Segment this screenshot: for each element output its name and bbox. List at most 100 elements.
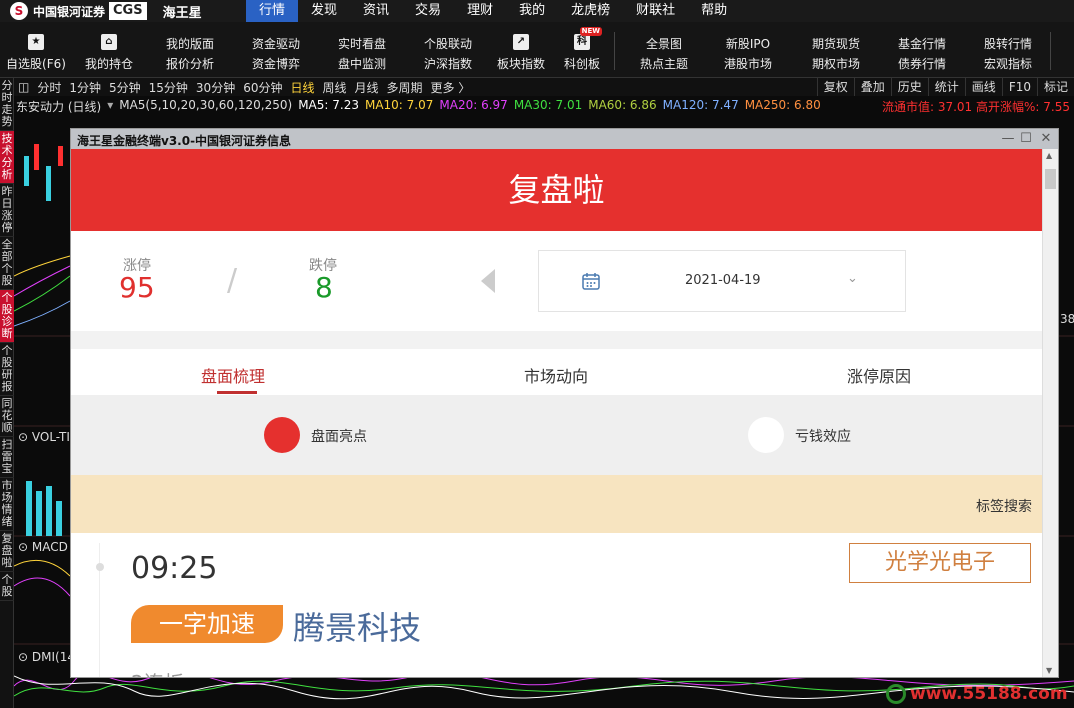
prev-day-arrow-icon[interactable]: [481, 269, 497, 293]
entry-time: 09:25: [131, 551, 218, 586]
tag-search-button[interactable]: 标签搜索: [976, 496, 1032, 516]
popup-titlebar[interactable]: 海王星金融终端v3.0-中国银河证券信息 — ☐ ✕: [71, 129, 1058, 149]
period-3[interactable]: 15分钟: [145, 79, 192, 96]
scroll-up-icon[interactable]: ▲: [1046, 151, 1052, 160]
toolbar-link[interactable]: 个股联动: [408, 34, 488, 54]
chart-tool-5[interactable]: F10: [1001, 78, 1037, 96]
chart-tool-3[interactable]: 统计: [927, 78, 965, 96]
toolbar-link[interactable]: 热点主题: [624, 54, 704, 74]
scroll-thumb[interactable]: [1045, 169, 1056, 189]
macd-indicator-label[interactable]: ⊙ MACD: [18, 540, 68, 554]
toolbar-link[interactable]: 盘中监测: [322, 54, 402, 74]
toolbar-link[interactable]: 实时看盘: [322, 34, 402, 54]
limit-type-badge: 一字加速: [131, 605, 283, 643]
concept-tag[interactable]: 光学光电子: [849, 543, 1031, 583]
toolbar-link[interactable]: 港股市场: [708, 54, 788, 74]
period-10[interactable]: 更多 〉: [427, 79, 475, 96]
subtab-highlights[interactable]: 盘面亮点: [311, 426, 367, 446]
divider-slash: /: [227, 263, 238, 298]
brand-logo: S 中国银河证券 CGS 海王星: [0, 0, 202, 22]
chart-tool-6[interactable]: 标记: [1036, 78, 1074, 96]
tag-bar: 标签搜索: [71, 475, 1042, 533]
left-tab-2[interactable]: 昨日涨停: [0, 184, 14, 237]
minimize-icon[interactable]: —: [1000, 131, 1016, 147]
toolbar-link[interactable]: 新股IPO: [708, 34, 788, 54]
stock-title: 东安动力 (日线): [16, 100, 102, 114]
date-picker[interactable]: 2021-04-19 ⌄: [538, 250, 906, 312]
period-1[interactable]: 1分钟: [65, 79, 105, 96]
subtab-loss-effect[interactable]: 亏钱效应: [795, 426, 851, 446]
menu-item-6[interactable]: 龙虎榜: [558, 0, 623, 22]
maximize-icon[interactable]: ☐: [1018, 131, 1034, 147]
toolbar-label: 科创板: [563, 57, 600, 71]
product-name: 海王星: [162, 5, 202, 21]
tab-market-trend[interactable]: 市场动向: [524, 363, 588, 387]
toolbar-link[interactable]: 资金驱动: [236, 34, 316, 54]
dmi-indicator-label[interactable]: ⊙ DMI(14: [18, 650, 75, 664]
toolbar-link[interactable]: 债券行情: [882, 54, 962, 74]
toolbar-column-2: 实时看盘 盘中监测: [322, 34, 402, 74]
toolbar-link[interactable]: 资金博弈: [236, 54, 316, 74]
left-tab-0[interactable]: 分时走势: [0, 78, 14, 131]
popup-scrollbar[interactable]: ▲ ▼: [1042, 149, 1058, 677]
market-cap-info: 流通市值: 37.01 高开涨幅%: 7.55: [881, 100, 1070, 114]
stock-name[interactable]: 腾景科技: [293, 603, 421, 649]
chart-tool-0[interactable]: 复权: [816, 78, 854, 96]
chart-tool-2[interactable]: 历史: [890, 78, 928, 96]
dropdown-icon[interactable]: ▾: [107, 98, 113, 115]
menu-item-1[interactable]: 发现: [298, 0, 350, 22]
period-2[interactable]: 5分钟: [105, 79, 145, 96]
left-tab-5[interactable]: 个股研报: [0, 343, 14, 396]
toolbar-link[interactable]: 期权市场: [796, 54, 876, 74]
period-9[interactable]: 多周期: [383, 79, 427, 96]
toolbar-link[interactable]: 条: [1054, 34, 1074, 54]
chart-tool-1[interactable]: 叠加: [853, 78, 891, 96]
panel-toggle-icon[interactable]: ◫: [14, 80, 33, 94]
toolbar-button-3[interactable]: 科 NEW 科创板: [546, 27, 618, 72]
left-tab-6[interactable]: 同花顺: [0, 396, 14, 437]
tab-limit-up-reason[interactable]: 涨停原因: [847, 363, 911, 387]
toolbar-link[interactable]: 沪深指数: [408, 54, 488, 74]
toolbar-link[interactable]: 我的版面: [150, 34, 230, 54]
left-tab-9[interactable]: 复盘啦: [0, 531, 14, 572]
period-5[interactable]: 60分钟: [239, 79, 286, 96]
toolbar-button-1[interactable]: ⌂ 我的持仓: [73, 34, 145, 72]
toolbar-button-0[interactable]: ★ 自选股(F6): [0, 34, 72, 72]
period-8[interactable]: 月线: [351, 79, 383, 96]
highlight-dot-icon[interactable]: [264, 417, 300, 453]
menu-item-7[interactable]: 财联社: [623, 0, 688, 22]
left-tab-3[interactable]: 全部个股: [0, 237, 14, 290]
menu-item-8[interactable]: 帮助: [688, 0, 740, 22]
period-4[interactable]: 30分钟: [192, 79, 239, 96]
toolbar-link[interactable]: 报价分析: [150, 54, 230, 74]
toolbar-column-0: 我的版面 报价分析: [150, 34, 230, 74]
menu-item-2[interactable]: 资讯: [350, 0, 402, 22]
left-tab-7[interactable]: 扫雷宝: [0, 437, 14, 478]
tab-panmian[interactable]: 盘面梳理: [201, 363, 265, 387]
left-tab-4[interactable]: 个股诊断: [0, 290, 14, 343]
ma-legend: 东安动力 (日线) ▾ MA5(5,10,20,30,60,120,250) M…: [16, 98, 821, 115]
toolbar-link[interactable]: 股转行情: [968, 34, 1048, 54]
left-tab-10[interactable]: 个股: [0, 572, 14, 601]
toolbar-link[interactable]: 基金行情: [882, 34, 962, 54]
left-tab-8[interactable]: 市场情绪: [0, 478, 14, 531]
toolbar-link[interactable]: 全景图: [624, 34, 704, 54]
menu-item-0[interactable]: 行情: [246, 0, 299, 22]
chart-tool-4[interactable]: 画线: [964, 78, 1002, 96]
toolbar-link[interactable]: 期货现货: [796, 34, 876, 54]
vol-indicator-label[interactable]: ⊙ VOL-TI: [18, 430, 70, 444]
chart-tools: 复权 叠加 历史 统计 画线 F10 标记: [816, 78, 1074, 96]
toolbar-link[interactable]: 宏观指标: [968, 54, 1048, 74]
period-7[interactable]: 周线: [319, 79, 351, 96]
scroll-down-icon[interactable]: ▼: [1046, 666, 1052, 675]
toolbar-separator: [614, 32, 615, 70]
left-tab-1[interactable]: 技术分析: [0, 131, 14, 184]
kline-candles: [24, 144, 63, 201]
close-icon[interactable]: ✕: [1038, 131, 1054, 147]
period-0[interactable]: 分时: [33, 79, 65, 96]
menu-item-3[interactable]: 交易: [402, 0, 454, 22]
menu-item-5[interactable]: 我的: [506, 0, 558, 22]
period-6[interactable]: 日线: [286, 79, 318, 96]
loss-effect-dot-icon[interactable]: [748, 417, 784, 453]
menu-item-4[interactable]: 理财: [454, 0, 506, 22]
